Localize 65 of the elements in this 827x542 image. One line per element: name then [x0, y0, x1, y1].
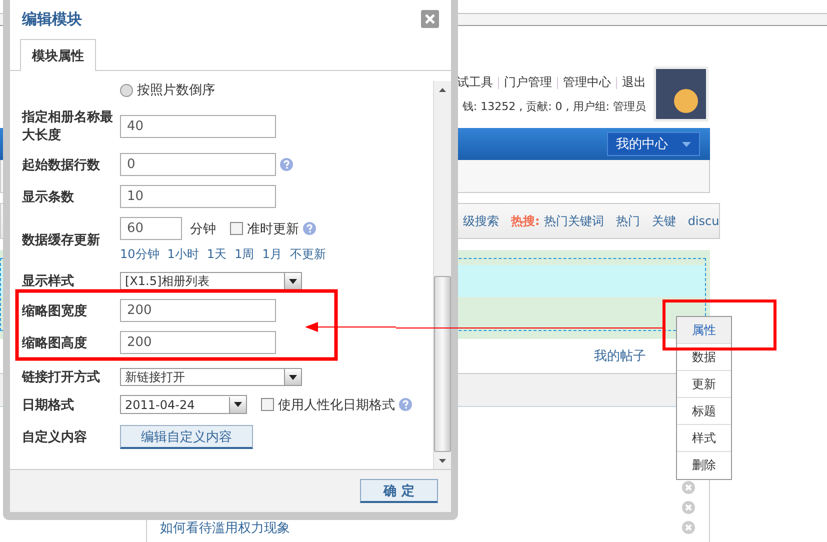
field-label: 缩略图宽度 — [22, 302, 88, 320]
field-label: 链接打开方式 — [22, 368, 101, 386]
radio-label: 按照片数倒序 — [137, 82, 215, 99]
post-link[interactable]: 我的帖子 — [594, 347, 646, 365]
scroll-down-icon[interactable] — [439, 458, 446, 462]
preset-link[interactable]: 1天 — [206, 246, 227, 263]
header-link[interactable]: 管理中心 — [563, 74, 611, 91]
field-label: 显示条数 — [22, 188, 75, 206]
help-icon[interactable] — [303, 222, 316, 235]
preset-link[interactable]: 1月 — [262, 246, 282, 263]
checkbox-label: 使用人性化日期格式 — [278, 396, 395, 414]
text-field[interactable]: 60 — [120, 217, 182, 240]
list-link[interactable]: 如何看待滥用权力现象 — [160, 521, 290, 536]
caret-icon — [682, 142, 691, 146]
search-link[interactable]: 级搜索 — [463, 212, 499, 230]
scroll-up-icon[interactable] — [439, 88, 446, 92]
hot-search-link[interactable]: discu — [688, 214, 720, 228]
checkbox[interactable] — [230, 222, 243, 235]
field-label: 自定义内容 — [22, 428, 88, 446]
text-field[interactable]: 200 — [120, 331, 276, 354]
preset-link[interactable]: 不更新 — [290, 246, 326, 263]
select-field[interactable]: 2011-04-24 — [120, 395, 247, 414]
field-label: 缩略图高度 — [22, 334, 88, 352]
radio-button[interactable] — [120, 84, 133, 96]
confirm-button[interactable]: 确 定 — [360, 479, 438, 503]
select-field[interactable]: [X1.5]相册列表 — [120, 272, 302, 290]
select-field[interactable]: 新链接打开 — [120, 368, 302, 386]
unit-label: 分钟 — [190, 220, 216, 238]
remove-icon[interactable] — [682, 501, 695, 514]
hot-search-link[interactable]: 关键 — [652, 212, 676, 230]
remove-icon[interactable] — [682, 481, 695, 494]
user-stats: 钱: 13252 , 贡献: 0 , 用户组: 管理员 — [462, 99, 646, 114]
field-label: 数据缓存更新 — [22, 232, 101, 249]
header-link[interactable]: 退出 — [622, 74, 646, 91]
help-icon[interactable] — [280, 158, 293, 171]
checkbox[interactable] — [261, 398, 274, 411]
preset-link[interactable]: 1周 — [234, 246, 254, 263]
menu-item[interactable]: 属性 — [677, 317, 731, 344]
help-icon[interactable] — [399, 398, 412, 411]
field-label: 指定相册名称最大长度 — [22, 108, 114, 144]
hot-search-link[interactable]: 热门 — [616, 212, 640, 230]
preset-link[interactable]: 1小时 — [167, 246, 199, 263]
dialog-title: 编辑模块 — [22, 10, 82, 28]
tab[interactable]: 模块属性 — [20, 39, 96, 71]
checkbox-label: 准时更新 — [247, 220, 299, 238]
close-button[interactable] — [421, 10, 439, 28]
remove-icon[interactable] — [682, 521, 695, 534]
scrollbar-thumb[interactable] — [434, 276, 451, 452]
close-icon — [425, 14, 435, 24]
text-field[interactable]: 10 — [120, 185, 276, 208]
scrollbar[interactable] — [433, 81, 451, 469]
photo-placeholder — [654, 67, 708, 121]
text-field[interactable]: 200 — [120, 299, 276, 322]
hot-search-link[interactable]: 热门关键词 — [544, 212, 604, 230]
text-field[interactable]: 40 — [120, 114, 276, 138]
header-link[interactable]: 试工具 — [457, 74, 493, 91]
text-field[interactable]: 0 — [120, 153, 276, 176]
field-label: 起始数据行数 — [22, 156, 101, 174]
field-label: 日期格式 — [22, 396, 75, 414]
hot-label: 热搜: — [511, 212, 540, 230]
edit-content-button[interactable]: 编辑自定义内容 — [120, 425, 253, 449]
preset-link[interactable]: 10分钟 — [120, 246, 160, 263]
field-label: 显示样式 — [22, 273, 75, 290]
menu-button[interactable]: 我的中心 — [607, 132, 700, 156]
header-link[interactable]: 门户管理 — [504, 74, 552, 91]
